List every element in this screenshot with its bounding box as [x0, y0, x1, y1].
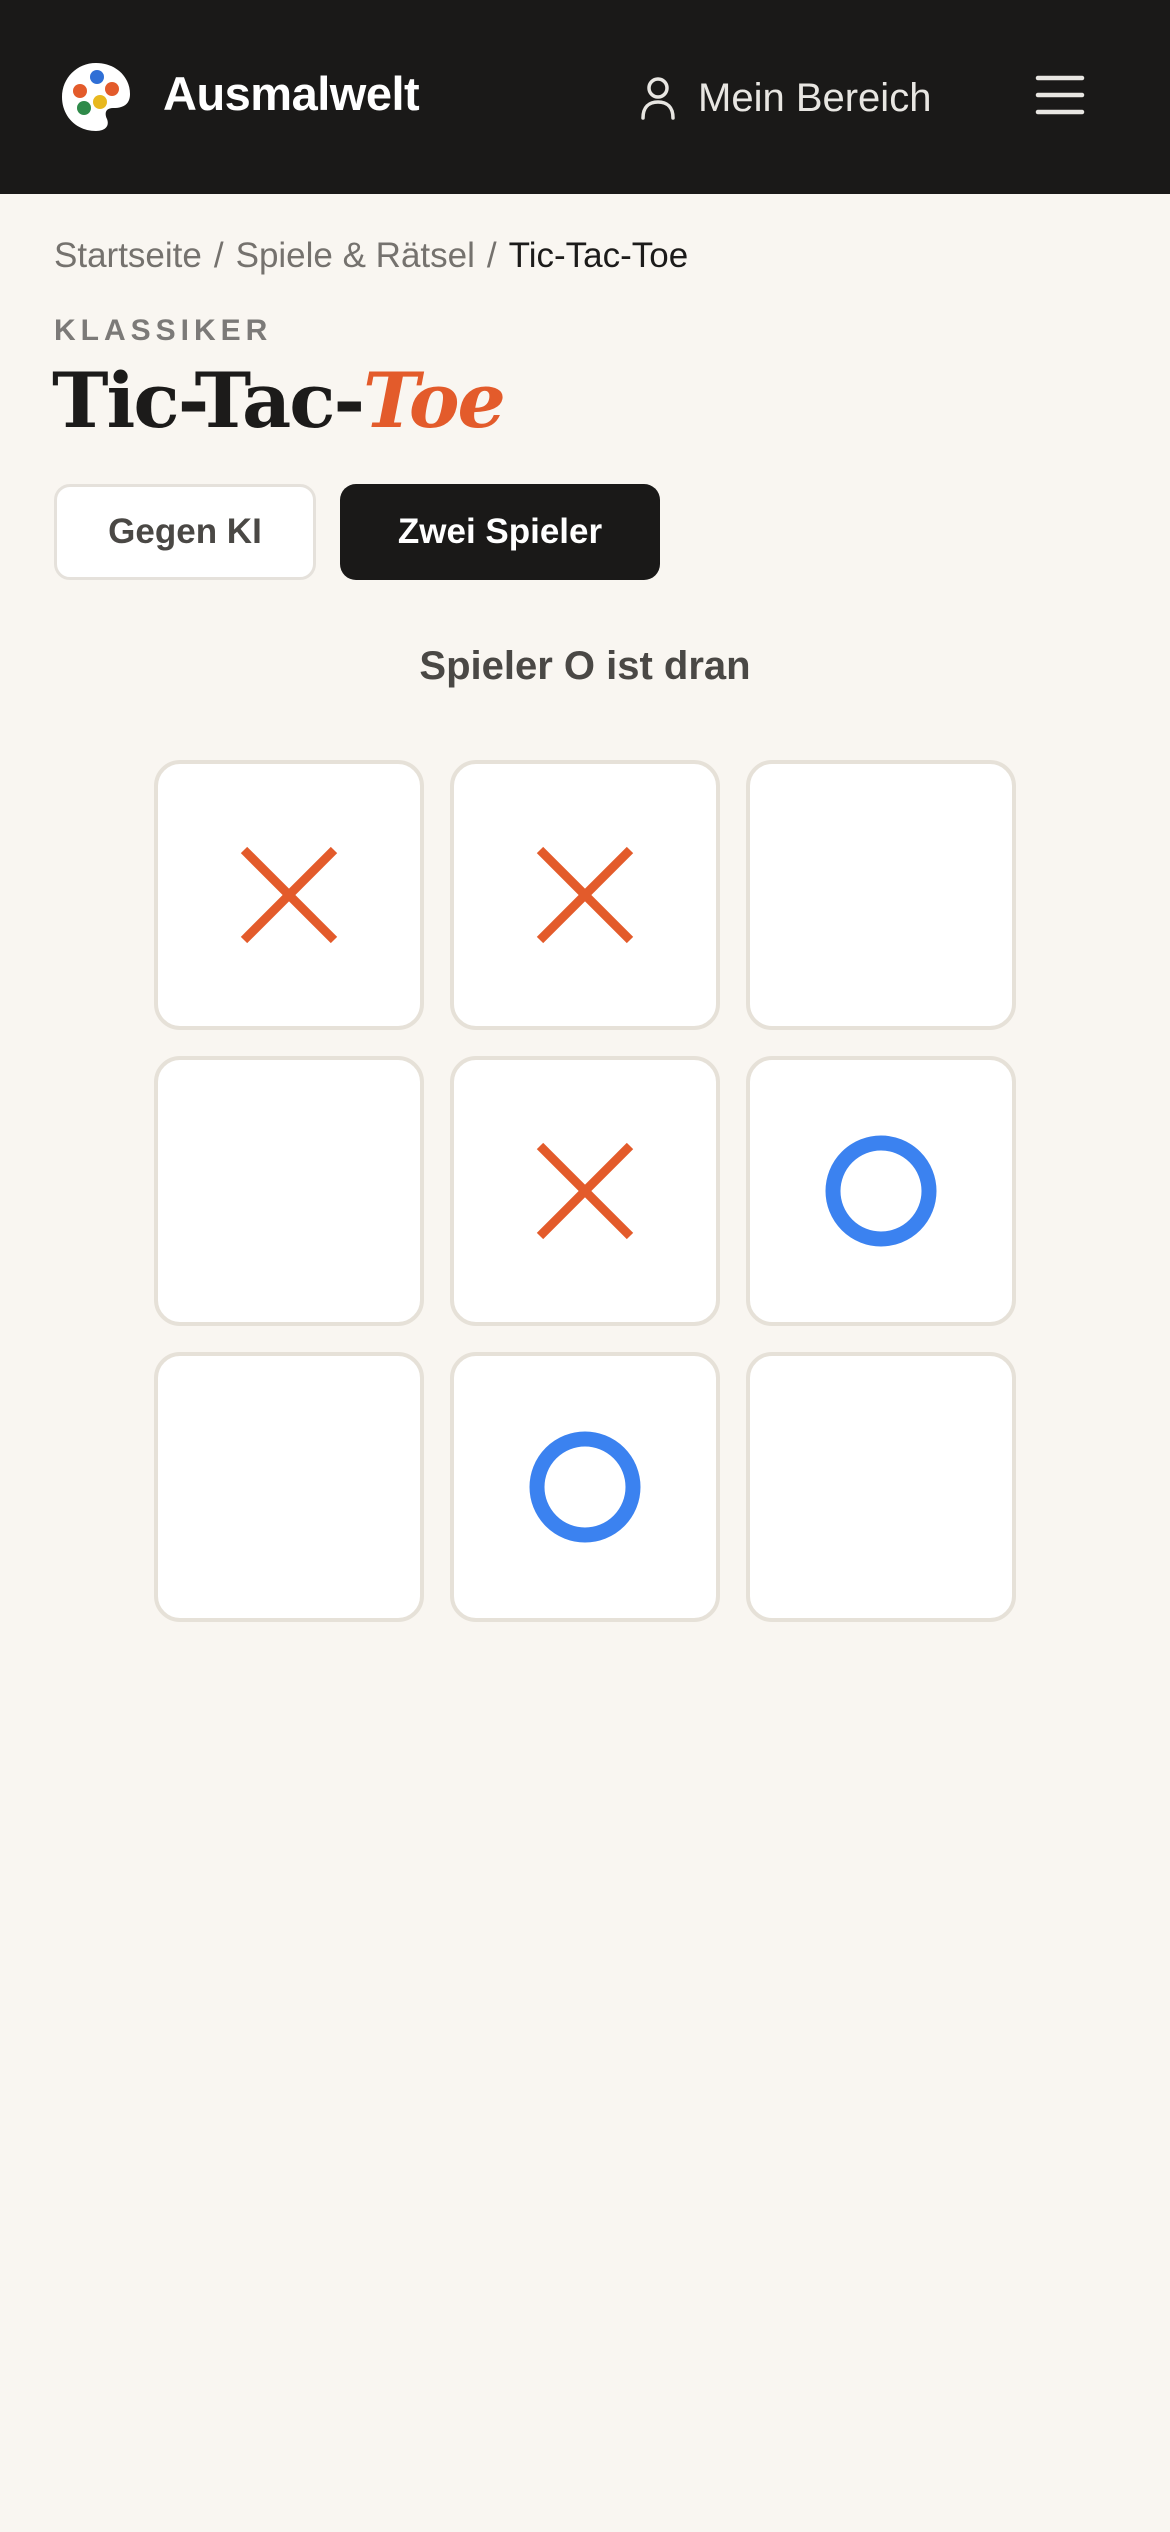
brand-name[interactable]: Ausmalwelt: [163, 66, 420, 121]
title-accent: Toe: [363, 356, 506, 445]
board-cell-4[interactable]: [154, 1056, 424, 1326]
breadcrumb-home[interactable]: Startseite: [54, 236, 202, 275]
board-cell-1[interactable]: [154, 760, 424, 1030]
x-mark-icon: [536, 846, 634, 944]
o-mark-icon: [825, 1135, 937, 1247]
category-eyebrow: KLASSIKER: [54, 314, 273, 347]
o-mark-icon: [529, 1431, 641, 1543]
mode-vs-ai-button[interactable]: Gegen KI: [54, 484, 316, 580]
board-cell-2[interactable]: [450, 760, 720, 1030]
board-cell-9[interactable]: [746, 1352, 1016, 1622]
palette-icon[interactable]: [60, 61, 132, 133]
my-area-label: Mein Bereich: [698, 75, 932, 120]
top-navigation-bar: Ausmalwelt Mein Bereich: [0, 0, 1170, 194]
turn-status: Spieler O ist dran: [419, 644, 751, 688]
breadcrumb-games[interactable]: Spiele & Rätsel: [236, 236, 475, 275]
title-text: Tic-Tac-: [52, 356, 365, 445]
breadcrumb: Startseite / Spiele & Rätsel / Tic-Tac-Toe: [54, 236, 688, 276]
page-title: Tic-Tac-Toe: [52, 356, 506, 445]
mode-two-player-button[interactable]: Zwei Spieler: [340, 484, 660, 580]
board-cell-7[interactable]: [154, 1352, 424, 1622]
board-cell-8[interactable]: [450, 1352, 720, 1622]
breadcrumb-separator: /: [486, 236, 497, 275]
breadcrumb-separator: /: [213, 236, 224, 275]
user-icon: [641, 77, 675, 120]
board-cell-6[interactable]: [746, 1056, 1016, 1326]
my-area-link[interactable]: Mein Bereich: [640, 70, 931, 126]
hamburger-menu-icon[interactable]: [1035, 74, 1085, 116]
breadcrumb-current: Tic-Tac-Toe: [508, 236, 689, 275]
x-mark-icon: [240, 846, 338, 944]
x-mark-icon: [536, 1142, 634, 1240]
board-cell-3[interactable]: [746, 760, 1016, 1030]
board-cell-5[interactable]: [450, 1056, 720, 1326]
